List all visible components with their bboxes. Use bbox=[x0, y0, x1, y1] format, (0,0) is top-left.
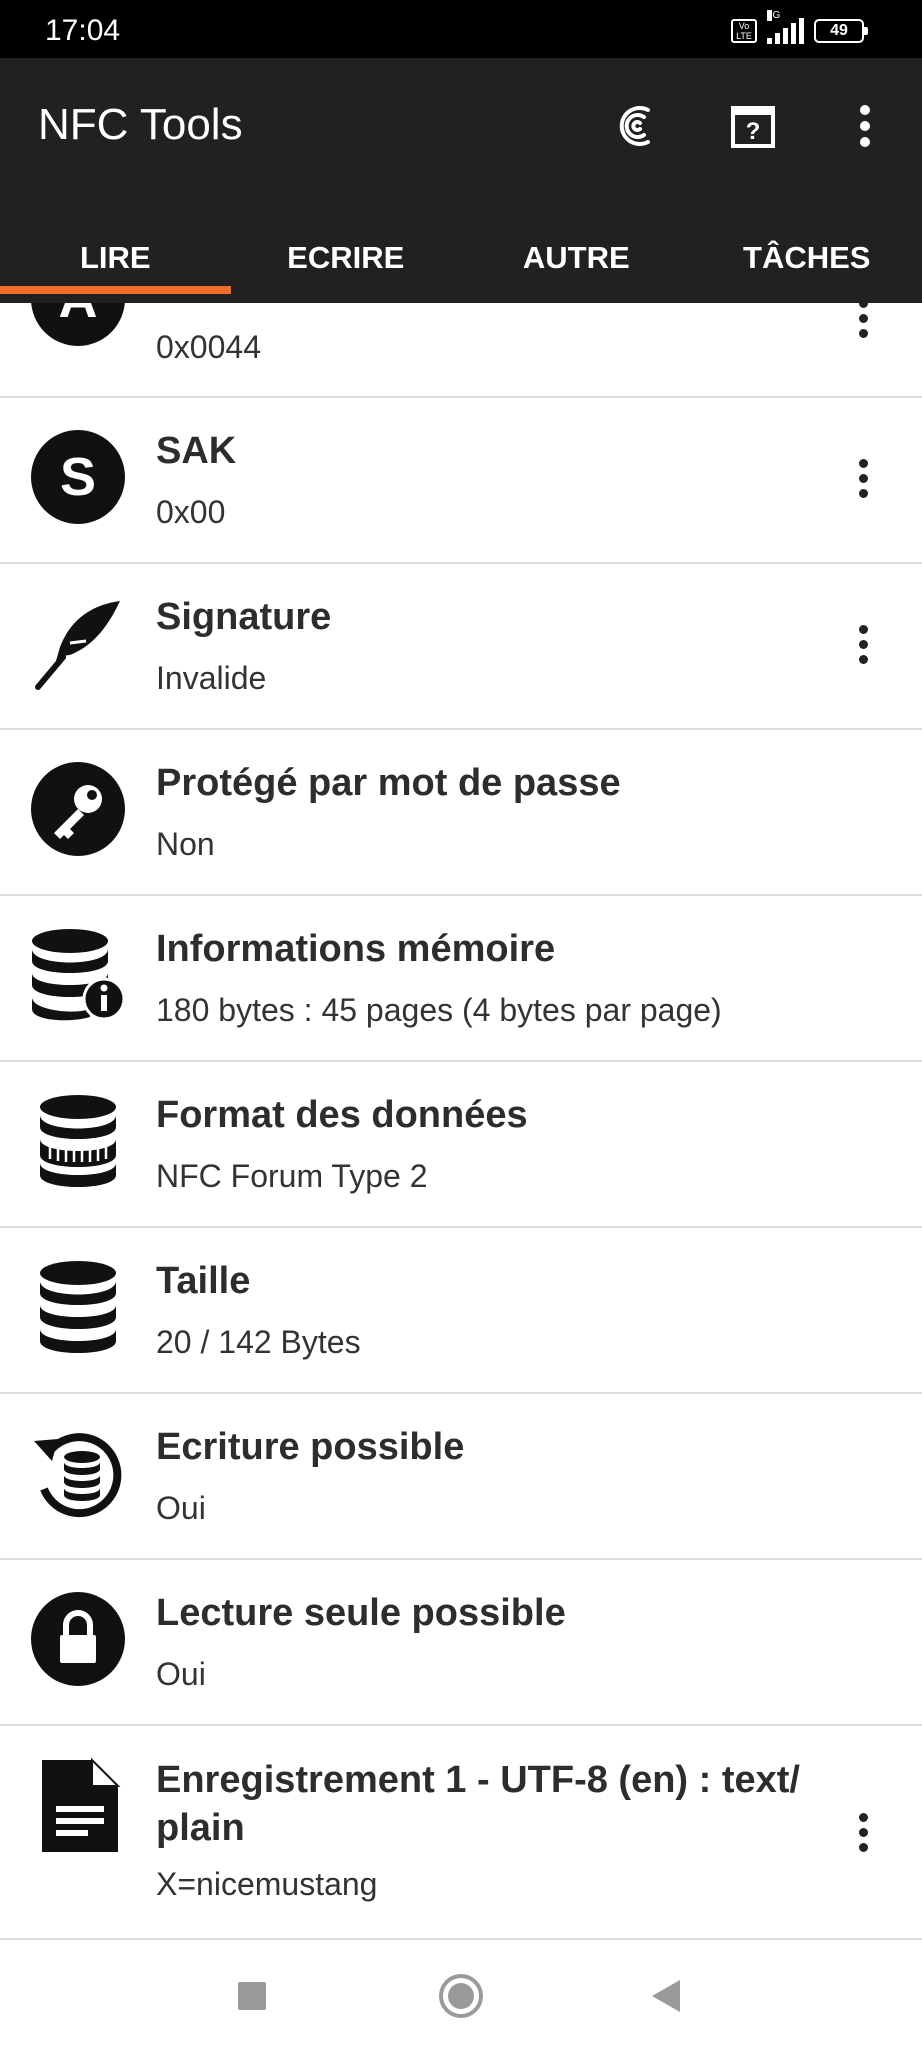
svg-text:?: ? bbox=[746, 118, 761, 145]
list-item-writable[interactable]: Ecriture possible Oui bbox=[0, 1394, 922, 1560]
list-item-value: 0x0044 bbox=[156, 329, 261, 365]
document-icon bbox=[30, 1758, 126, 1854]
database-icon bbox=[30, 1259, 126, 1355]
list-item-memory-info[interactable]: Informations mémoire 180 bytes : 45 page… bbox=[0, 896, 922, 1062]
row-overflow-menu-icon[interactable] bbox=[848, 614, 878, 674]
list-item-title: Protégé par mot de passe bbox=[156, 762, 621, 804]
list-item-sak[interactable]: S SAK 0x00 bbox=[0, 398, 922, 564]
list-item-atqa[interactable]: A 0x0044 bbox=[0, 303, 922, 398]
tab-ecrire[interactable]: ECRIRE bbox=[231, 228, 462, 303]
list-item-value: 180 bytes : 45 pages (4 bytes par page) bbox=[156, 992, 722, 1028]
list-item-value: Oui bbox=[156, 1490, 206, 1526]
nfc-logo-icon[interactable] bbox=[610, 98, 666, 154]
list-item-value: Invalide bbox=[156, 660, 267, 696]
list-item-size[interactable]: Taille 20 / 142 Bytes bbox=[0, 1228, 922, 1394]
tab-taches[interactable]: TÂCHES bbox=[692, 228, 922, 303]
row-overflow-menu-icon[interactable] bbox=[848, 1802, 878, 1862]
app-title: NFC Tools bbox=[38, 100, 243, 149]
volte-icon: Vo LTE bbox=[731, 19, 757, 43]
status-icons: Vo LTE 5G 49 bbox=[731, 10, 868, 44]
list-item-value: 0x00 bbox=[156, 494, 226, 530]
list-item-title: Taille bbox=[156, 1260, 251, 1302]
svg-text:S: S bbox=[60, 447, 96, 507]
list-item-password[interactable]: Protégé par mot de passe Non bbox=[0, 730, 922, 896]
list-item-value: Non bbox=[156, 826, 215, 862]
sak-s-icon: S bbox=[30, 429, 126, 525]
home-circle-icon[interactable] bbox=[431, 1966, 491, 2026]
tag-info-list: A 0x0044 S SAK 0x00 Signature Invalide bbox=[0, 303, 922, 1940]
status-time: 17:04 bbox=[45, 14, 121, 47]
list-item-signature[interactable]: Signature Invalide bbox=[0, 564, 922, 730]
network-type-label: 5G bbox=[767, 10, 781, 21]
list-item-record-1[interactable]: Enregistrement 1 - UTF-8 (en) : text/ pl… bbox=[0, 1726, 922, 1940]
key-icon bbox=[30, 761, 126, 857]
list-item-title: Ecriture possible bbox=[156, 1426, 465, 1468]
list-item-title: Signature bbox=[156, 596, 332, 638]
recents-square-icon[interactable] bbox=[222, 1966, 282, 2026]
list-item-readonly[interactable]: Lecture seule possible Oui bbox=[0, 1560, 922, 1726]
list-item-value: NFC Forum Type 2 bbox=[156, 1158, 428, 1194]
list-item-value: 20 / 142 Bytes bbox=[156, 1324, 361, 1360]
row-overflow-menu-icon[interactable] bbox=[848, 303, 878, 348]
list-item-title-line: plain bbox=[156, 1807, 245, 1849]
list-item-value: Oui bbox=[156, 1656, 206, 1692]
lock-icon bbox=[30, 1591, 126, 1687]
list-item-data-format[interactable]: Format des données NFC Forum Type 2 bbox=[0, 1062, 922, 1228]
back-triangle-icon[interactable] bbox=[636, 1966, 696, 2026]
tab-lire[interactable]: LIRE bbox=[0, 228, 231, 303]
system-nav-bar bbox=[0, 1940, 922, 2048]
row-overflow-menu-icon[interactable] bbox=[848, 448, 878, 508]
app-bar: NFC Tools ? LIRE ECRIRE AUTRE TÂCHES bbox=[0, 58, 922, 303]
database-info-icon bbox=[30, 927, 126, 1023]
database-format-icon bbox=[30, 1093, 126, 1189]
list-item-title: Informations mémoire bbox=[156, 928, 556, 970]
feather-icon bbox=[30, 595, 126, 691]
help-icon[interactable]: ? bbox=[725, 98, 781, 154]
overflow-menu-icon[interactable] bbox=[837, 98, 893, 154]
svg-text:A: A bbox=[59, 303, 98, 329]
list-item-title: Enregistrement 1 - UTF-8 (en) : text/ pl… bbox=[156, 1756, 800, 1852]
signal-icon: 5G bbox=[767, 10, 804, 44]
battery-icon: 49 bbox=[814, 19, 868, 43]
list-item-title-line: Enregistrement 1 - UTF-8 (en) : text/ bbox=[156, 1759, 800, 1801]
atqa-a-icon: A bbox=[30, 303, 126, 347]
tab-autre[interactable]: AUTRE bbox=[461, 228, 692, 303]
list-item-value: X=nicemustang bbox=[156, 1866, 378, 1902]
list-item-title: Format des données bbox=[156, 1094, 528, 1136]
tab-bar: LIRE ECRIRE AUTRE TÂCHES bbox=[0, 228, 922, 303]
status-bar: 17:04 Vo LTE 5G 49 bbox=[0, 0, 922, 58]
list-item-title: SAK bbox=[156, 430, 237, 472]
database-rewrite-icon bbox=[30, 1425, 126, 1521]
list-item-title: Lecture seule possible bbox=[156, 1592, 566, 1634]
